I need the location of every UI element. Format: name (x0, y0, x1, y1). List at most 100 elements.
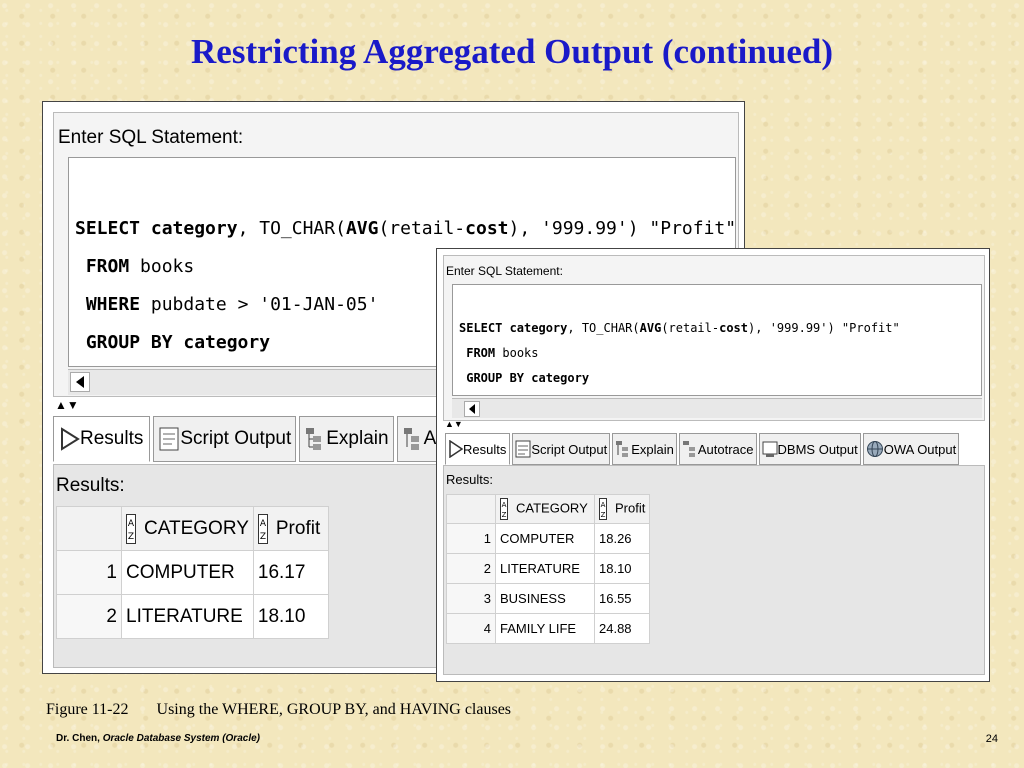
results-table: A Z CATEGORY A Z Profit 1 COMPUTER 16.17 2 L… (56, 506, 329, 639)
tab-dbms-output[interactable]: DBMS Output (758, 433, 861, 465)
sql-line-3: GROUP BY category (466, 371, 590, 385)
tab-results[interactable]: Results (53, 416, 151, 462)
cell-profit[interactable]: 16.55 (593, 583, 651, 614)
column-header-profit[interactable]: A Z Profit (252, 506, 329, 551)
tab-explain[interactable]: Explain (299, 416, 394, 462)
cell-category[interactable]: COMPUTER (495, 523, 595, 554)
results-label: Results: (56, 475, 125, 496)
tab-explain-label: Explain (326, 428, 389, 449)
sql-text[interactable]: SELECT category, TO_CHAR(AVG(retail-cost… (459, 291, 900, 395)
cell-category[interactable]: COMPUTER (121, 550, 254, 595)
column-header-profit[interactable]: A Z Profit (593, 494, 651, 524)
tab-results-label: Results (80, 428, 144, 449)
sql-line-2: FROM books (85, 256, 195, 277)
scroll-left-arrow-icon[interactable] (70, 372, 90, 392)
svg-text:Z: Z (502, 511, 507, 519)
sql-line-3: WHERE pubdate > '01-JAN-05' (85, 294, 379, 315)
column-header-profit-label: Profit (615, 500, 646, 516)
footer-course: Oracle Database System (Oracle) (102, 733, 260, 744)
scroll-left-arrow-icon[interactable] (464, 401, 480, 417)
tab-dbms-output-label: DBMS Output (777, 441, 858, 457)
svg-text:A: A (601, 501, 606, 509)
table-row[interactable]: 2 LITERATURE 18.10 (446, 553, 651, 584)
autotrace-icon (682, 441, 695, 457)
split-arrows-icon[interactable]: ▲▼ (445, 419, 463, 429)
table-row[interactable]: 1 COMPUTER 16.17 (56, 550, 329, 595)
cell-category[interactable]: FAMILY LIFE (495, 613, 595, 644)
sql-editor[interactable]: SELECT category, TO_CHAR(AVG(retail-cost… (452, 284, 982, 396)
column-header-category[interactable]: A Z CATEGORY (121, 506, 254, 551)
sql-statement-panel: Enter SQL Statement: SELECT category, TO… (443, 255, 985, 421)
explain-tree-icon (306, 428, 322, 450)
screenshot-no-where-clause: Enter SQL Statement: SELECT category, TO… (436, 248, 990, 682)
tab-script-output-label: Script Output (180, 428, 292, 449)
column-header-category[interactable]: A Z CATEGORY (495, 494, 595, 524)
footer-author: Dr. Chen, (56, 733, 100, 744)
sql-panel-label: Enter SQL Statement: (446, 264, 563, 278)
sql-line-4: GROUP BY category (85, 332, 271, 353)
row-number: 4 (446, 613, 496, 644)
sql-line-1: SELECT category, TO_CHAR(AVG(retail-cost… (459, 321, 900, 335)
tab-script-output[interactable]: Script Output (512, 433, 611, 465)
sql-line-1: SELECT category, TO_CHAR(AVG(retail-cost… (75, 218, 736, 239)
figure-caption-text: Using the WHERE, GROUP BY, and HAVING cl… (156, 701, 512, 718)
tab-script-output[interactable]: Script Output (153, 416, 297, 462)
cell-profit[interactable]: 18.10 (593, 553, 651, 584)
results-label: Results: (446, 472, 493, 487)
tab-results[interactable]: Results (445, 433, 511, 465)
page-number: 24 (985, 733, 998, 745)
column-header-category-label: CATEGORY (144, 517, 249, 539)
figure-caption-label: Figure 11-22 (46, 701, 129, 718)
sql-line-2: FROM books (466, 346, 539, 360)
cell-profit[interactable]: 18.10 (252, 594, 329, 639)
output-tabs: Results Script Output Explain Autotrace … (445, 433, 960, 465)
table-row[interactable]: 4 FAMILY LIFE 24.88 (446, 613, 651, 644)
row-number: 1 (446, 523, 496, 554)
results-panel: Results: A Z CATEGORY A Z Profit 1 COMPUTER (443, 465, 985, 675)
sort-az-icon: AZ (599, 498, 607, 520)
row-number: 2 (446, 553, 496, 584)
table-row[interactable]: 2 LITERATURE 18.10 (56, 594, 329, 639)
svg-text:A: A (502, 501, 507, 509)
slide-title: Restricting Aggregated Output (continued… (191, 32, 833, 71)
row-number-header (446, 494, 496, 524)
svg-text:A: A (260, 519, 267, 529)
tab-script-output-label: Script Output (531, 441, 608, 457)
dbms-icon (762, 441, 778, 457)
cell-profit[interactable]: 16.17 (252, 550, 329, 595)
sort-az-icon: AZ (126, 513, 136, 544)
table-row[interactable]: 1 COMPUTER 18.26 (446, 523, 651, 554)
tab-explain[interactable]: Explain (612, 433, 677, 465)
results-table: A Z CATEGORY A Z Profit 1 COMPUTER 18.26 2 L… (446, 494, 651, 644)
play-triangle-icon (61, 427, 80, 451)
svg-text:A: A (128, 519, 135, 529)
script-icon (515, 440, 531, 458)
sql-horizontal-scrollbar[interactable] (452, 398, 982, 418)
tab-results-label: Results (463, 441, 507, 457)
tab-autotrace-label: Autotrace (697, 441, 754, 457)
table-row[interactable]: 3 BUSINESS 16.55 (446, 583, 651, 614)
script-icon (159, 427, 179, 451)
tab-explain-label: Explain (631, 441, 674, 457)
cell-category[interactable]: LITERATURE (121, 594, 254, 639)
play-triangle-icon (449, 440, 463, 458)
row-number: 3 (446, 583, 496, 614)
table-header-row: A Z CATEGORY A Z Profit (56, 506, 329, 551)
cell-category[interactable]: BUSINESS (495, 583, 595, 614)
cell-profit[interactable]: 18.26 (593, 523, 651, 554)
explain-tree-icon (616, 441, 629, 457)
row-number: 1 (56, 550, 122, 595)
cell-category[interactable]: LITERATURE (495, 553, 595, 584)
svg-text:Z: Z (260, 532, 266, 542)
split-arrows-icon[interactable]: ▲▼ (55, 398, 79, 412)
cell-profit[interactable]: 24.88 (593, 613, 651, 644)
svg-text:Z: Z (128, 532, 134, 542)
tab-autotrace[interactable]: Autotrace (678, 433, 757, 465)
column-header-profit-label: Profit (275, 517, 321, 539)
column-header-category-label: CATEGORY (516, 500, 588, 516)
tab-owa-output[interactable]: OWA Output (862, 433, 960, 465)
row-number-header (56, 506, 122, 551)
sql-panel-label: Enter SQL Statement: (58, 127, 244, 148)
figure-caption: Figure 11-22 Using the WHERE, GROUP BY, … (46, 701, 511, 719)
owa-globe-icon (866, 441, 883, 457)
